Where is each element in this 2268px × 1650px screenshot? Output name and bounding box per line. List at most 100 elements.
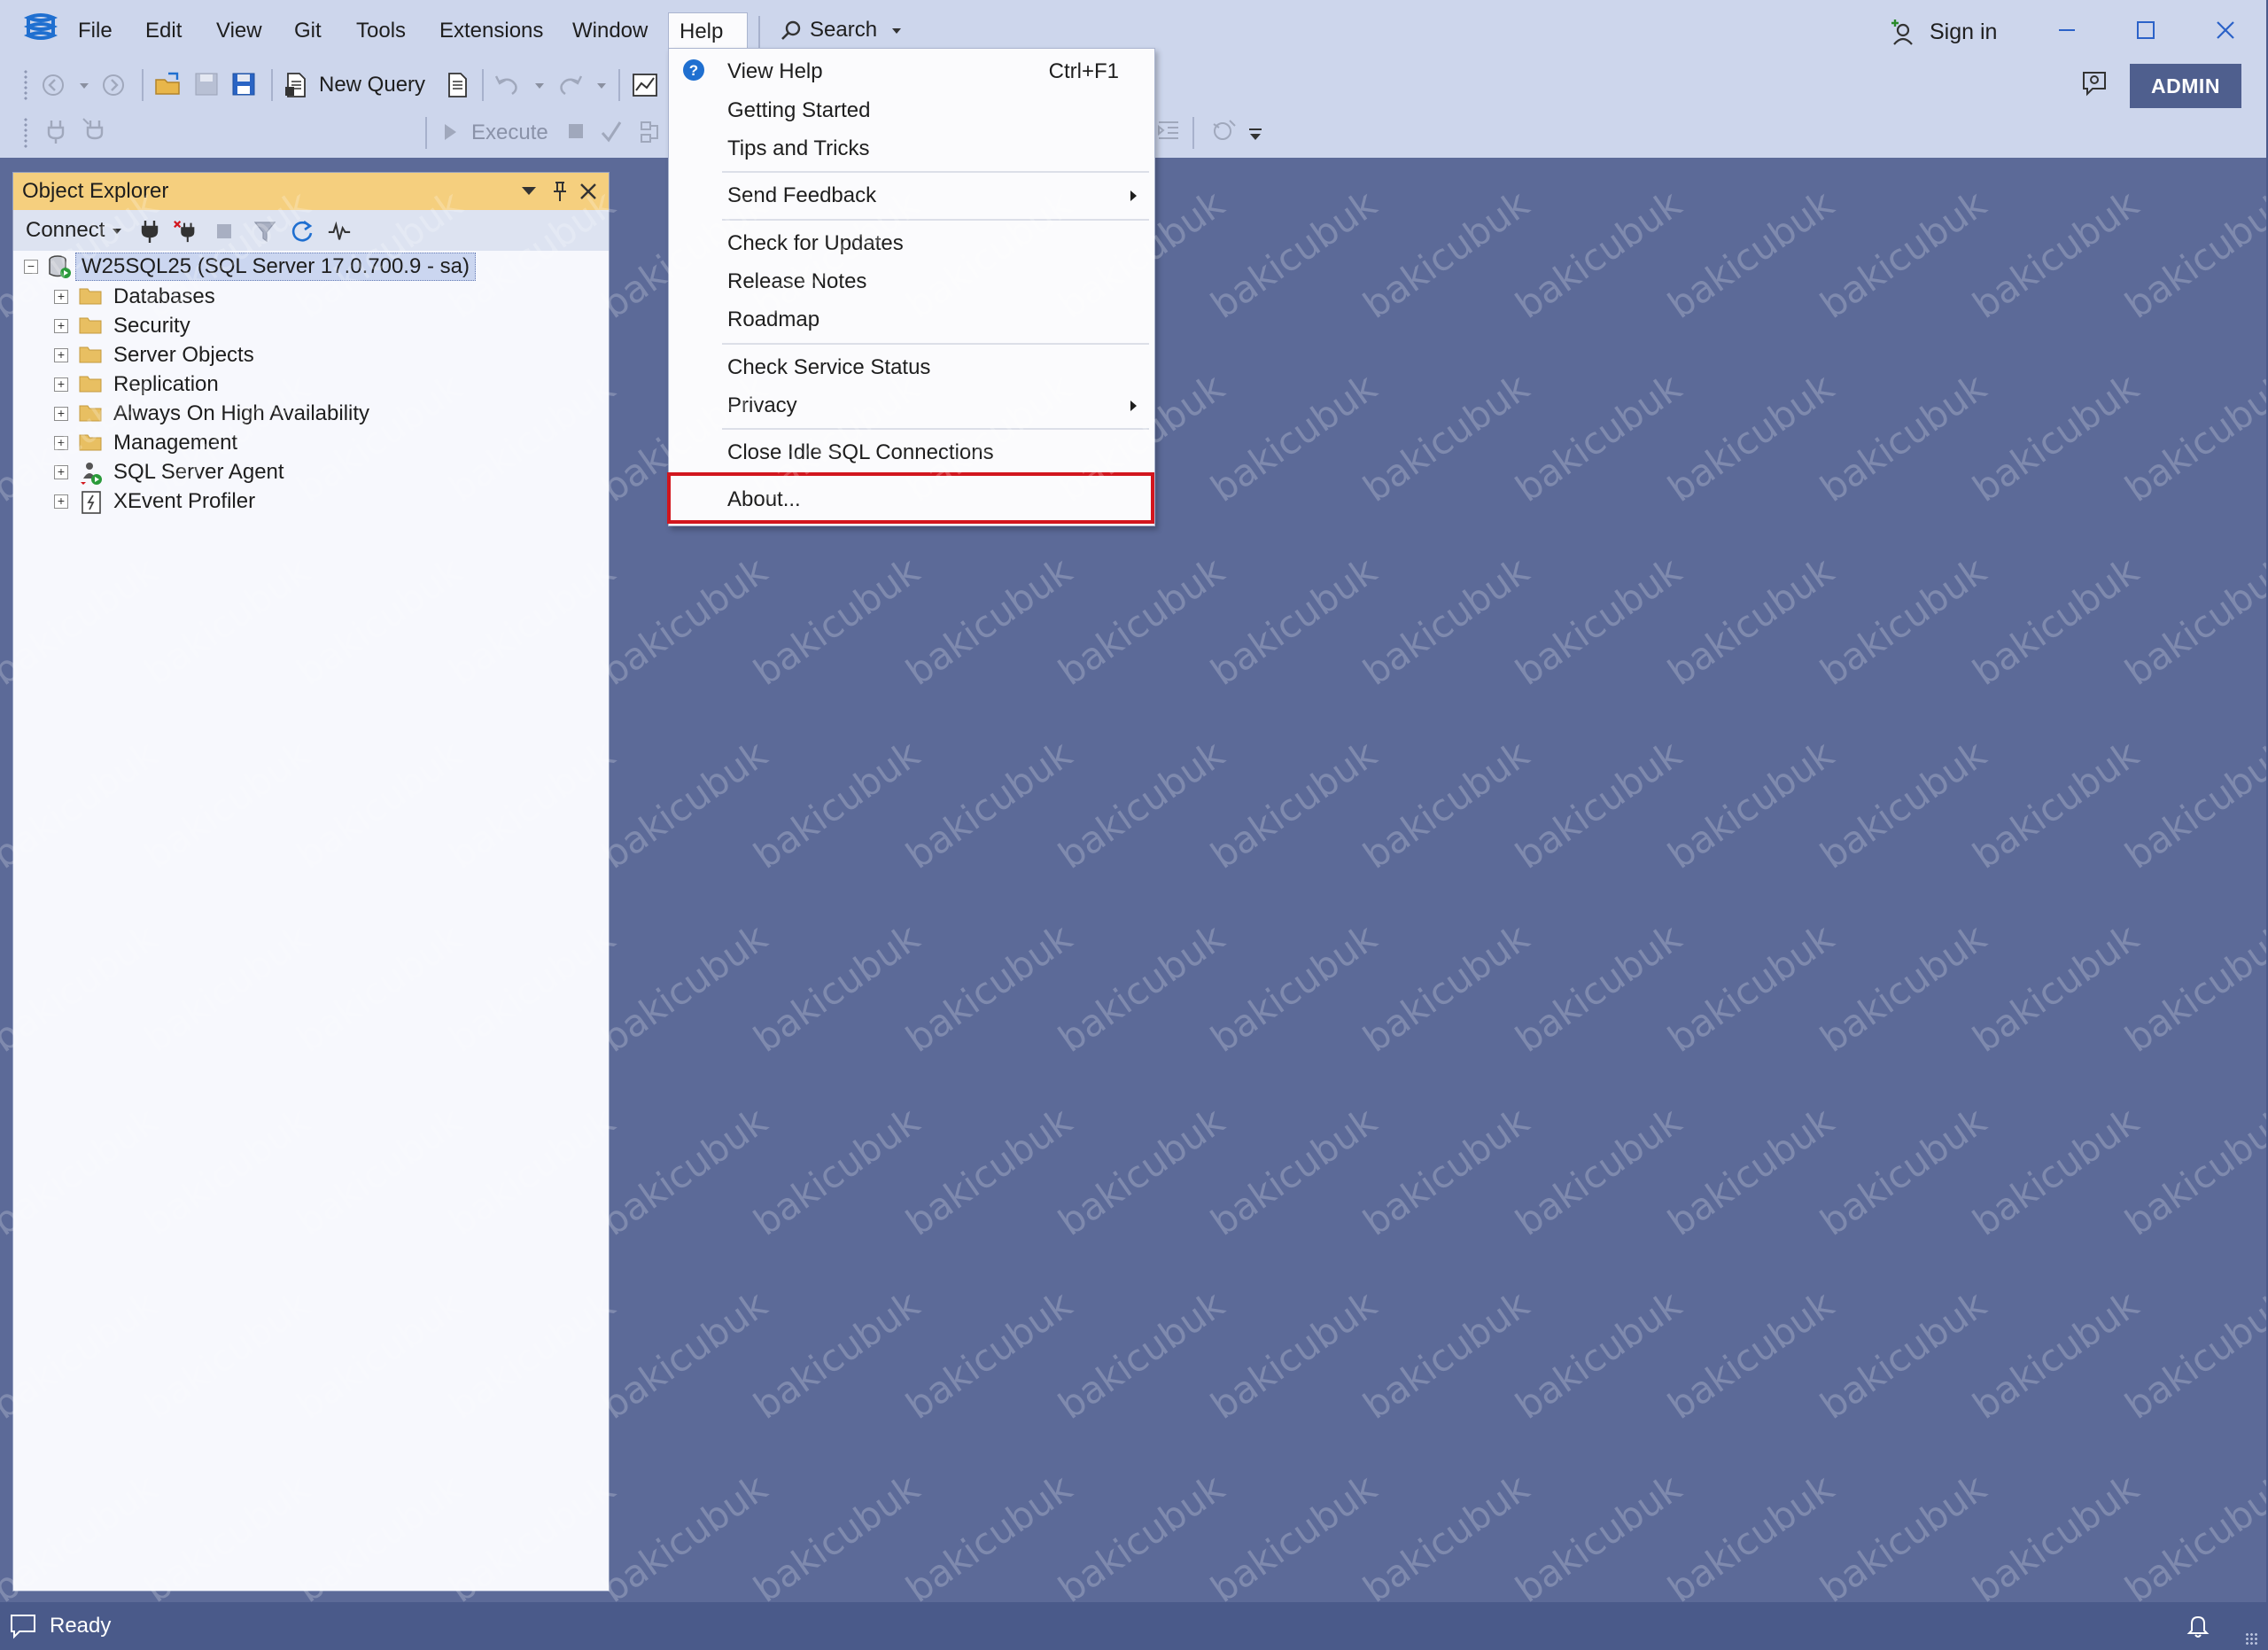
stop-icon[interactable] [217, 224, 231, 238]
tree-node-replication[interactable]: + Replication [13, 370, 609, 399]
save-icon[interactable] [193, 71, 220, 97]
watermark-text: bakicubuk [1355, 1099, 1537, 1244]
toolbar-overflow-icon[interactable] [1247, 126, 1263, 144]
watermark-text: bakicubuk [2117, 1282, 2268, 1428]
menu-edit[interactable]: Edit [135, 12, 192, 50]
change-connection-icon[interactable] [82, 117, 108, 145]
filter-icon[interactable] [252, 219, 277, 244]
tree-node-server-objects[interactable]: + Server Objects [13, 341, 609, 370]
menu-item-close-idle-connections[interactable]: Close Idle SQL Connections [727, 435, 994, 471]
watermark-text: bakicubuk [593, 915, 775, 1061]
forward-icon[interactable] [101, 73, 126, 97]
execute-button[interactable]: Execute [471, 115, 548, 151]
menu-item-privacy[interactable]: Privacy [727, 388, 797, 424]
menu-window[interactable]: Window [562, 12, 658, 50]
redo-icon[interactable] [556, 73, 583, 97]
disconnect-icon[interactable] [173, 219, 198, 244]
parse-check-icon[interactable] [599, 119, 624, 145]
new-query-button[interactable]: New Query [319, 67, 425, 103]
server-icon [49, 255, 71, 278]
toolbar-grip[interactable] [23, 117, 28, 149]
close-window-button[interactable] [2201, 11, 2250, 50]
tree-node-management[interactable]: + Management [13, 429, 609, 457]
window-position-dropdown-icon[interactable] [522, 187, 536, 195]
menu-tools[interactable]: Tools [346, 12, 416, 50]
expand-icon[interactable]: + [54, 348, 68, 362]
menu-item-getting-started[interactable]: Getting Started [727, 93, 870, 128]
display-plan-icon[interactable] [640, 119, 666, 145]
expand-icon[interactable]: + [54, 407, 68, 421]
save-all-icon[interactable] [230, 71, 257, 97]
menu-item-check-service-status[interactable]: Check Service Status [727, 350, 930, 385]
notifications-bell-icon[interactable] [2185, 1613, 2211, 1639]
sign-in-button[interactable]: Sign in [1889, 12, 1997, 51]
activity-monitor-icon[interactable] [631, 71, 659, 99]
watermark-text: bakicubuk [1964, 549, 2147, 694]
redo-dropdown-icon[interactable] [597, 83, 606, 89]
watermark-text: bakicubuk [1812, 732, 1994, 877]
submenu-arrow-icon [1130, 401, 1137, 411]
watermark-text: bakicubuk [1050, 915, 1232, 1061]
watermark-text: bakicubuk [1202, 365, 1385, 510]
folder-icon [79, 317, 102, 334]
help-menu-dropdown: ? View Help Ctrl+F1 Getting Started Tips… [667, 48, 1155, 526]
indent-icon[interactable] [1155, 117, 1182, 144]
tree-node-xevent-profiler[interactable]: + XEvent Profiler [13, 487, 609, 516]
admin-badge[interactable]: ADMIN [2130, 64, 2241, 108]
maximize-button[interactable] [2121, 11, 2171, 50]
menu-item-send-feedback[interactable]: Send Feedback [727, 178, 876, 214]
back-icon[interactable] [41, 73, 66, 97]
expand-icon[interactable]: + [54, 319, 68, 333]
collapse-icon[interactable]: − [24, 260, 38, 274]
menu-git[interactable]: Git [284, 12, 332, 50]
expand-icon[interactable]: + [54, 436, 68, 450]
toolbar-grip[interactable] [23, 69, 28, 101]
watermark-text: bakicubuk [1050, 1282, 1232, 1428]
close-panel-icon[interactable] [577, 180, 600, 203]
menu-item-release-notes[interactable]: Release Notes [727, 264, 866, 300]
menu-file[interactable]: File [67, 12, 123, 50]
expand-icon[interactable]: + [54, 494, 68, 509]
expand-icon[interactable]: + [54, 465, 68, 479]
watermark-text: bakicubuk [1355, 365, 1537, 510]
specify-values-icon[interactable] [1210, 117, 1240, 144]
menu-view[interactable]: View [206, 12, 273, 50]
tree-node-server[interactable]: − W25SQL25 (SQL Server 17.0.700.9 - sa) [13, 253, 609, 281]
menu-item-view-help[interactable]: View Help [727, 54, 823, 90]
database-engine-query-icon[interactable] [443, 71, 470, 99]
pin-icon[interactable] [548, 180, 571, 203]
search-label: Search [810, 18, 878, 42]
tree-node-databases[interactable]: + Databases [13, 283, 609, 311]
output-window-icon[interactable] [9, 1613, 37, 1639]
object-explorer-toolbar: Connect [13, 210, 609, 251]
connect-icon[interactable] [44, 119, 67, 145]
minimize-button[interactable] [2041, 11, 2091, 50]
menu-extensions[interactable]: Extensions [429, 12, 554, 50]
resize-grip[interactable] [2245, 1632, 2257, 1645]
user-add-icon [1891, 19, 1913, 46]
undo-dropdown-icon[interactable] [535, 83, 544, 89]
activity-monitor-icon[interactable] [327, 219, 352, 244]
toolbar-separator [482, 69, 484, 101]
expand-icon[interactable]: + [54, 377, 68, 392]
refresh-icon[interactable] [290, 219, 315, 244]
feedback-icon[interactable] [2080, 69, 2109, 99]
watermark-text: bakicubuk [1507, 915, 1689, 1061]
expand-icon[interactable]: + [54, 290, 68, 304]
tree-node-label: XEvent Profiler [113, 489, 256, 513]
tree-node-security[interactable]: + Security [13, 312, 609, 340]
submenu-arrow-icon [1130, 191, 1137, 201]
search-button[interactable]: Search [780, 12, 901, 48]
menu-item-roadmap[interactable]: Roadmap [727, 302, 819, 338]
menu-item-tips-and-tricks[interactable]: Tips and Tricks [727, 131, 870, 167]
connect-dropdown-button[interactable]: Connect [26, 210, 122, 251]
undo-icon[interactable] [494, 73, 521, 97]
cancel-query-icon[interactable] [569, 124, 583, 138]
back-dropdown-icon[interactable] [80, 83, 89, 89]
open-file-icon[interactable] [154, 71, 183, 97]
connect-object-explorer-icon[interactable] [137, 219, 162, 244]
tree-node-always-on[interactable]: + Always On High Availability [13, 400, 609, 428]
tree-node-sql-server-agent[interactable]: + SQL Server Agent [13, 458, 609, 486]
menu-item-check-for-updates[interactable]: Check for Updates [727, 226, 904, 261]
server-node-label[interactable]: W25SQL25 (SQL Server 17.0.700.9 - sa) [75, 253, 476, 281]
